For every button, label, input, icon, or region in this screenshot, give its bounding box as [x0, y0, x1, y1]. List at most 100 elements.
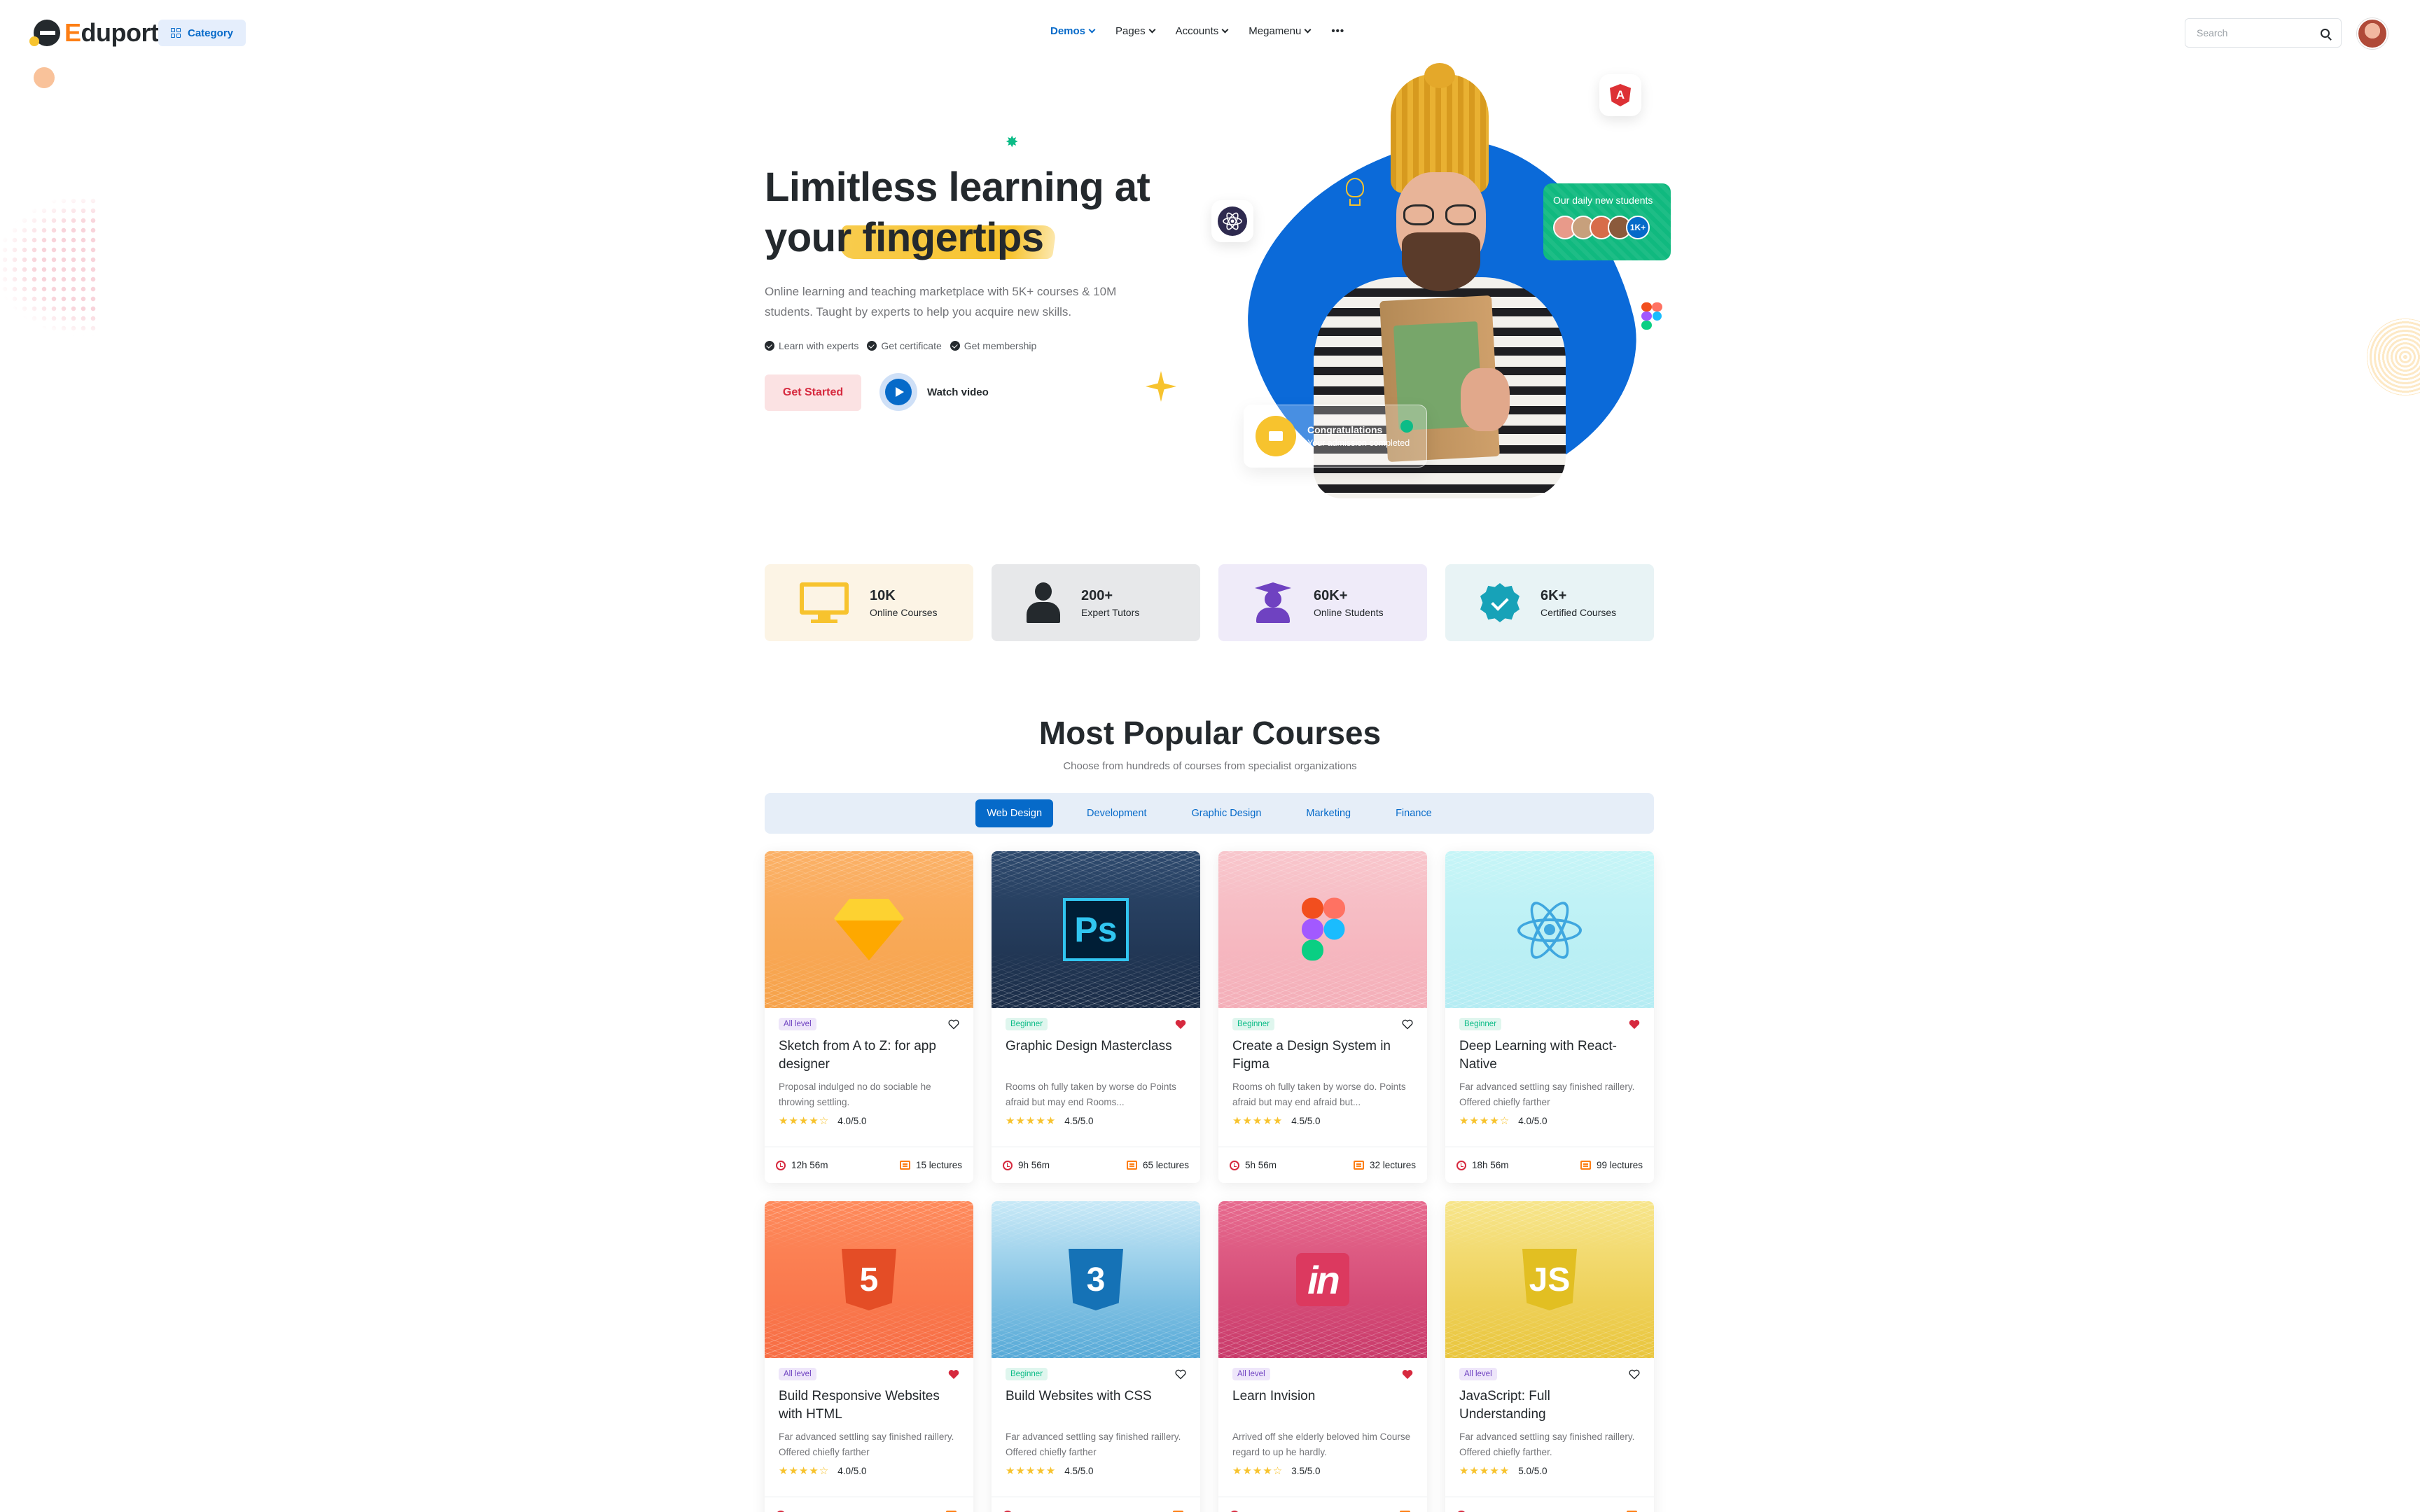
course-rating: ★★★★☆ 4.0/5.0 [1459, 1114, 1640, 1127]
course-thumbnail[interactable] [1218, 851, 1427, 1008]
stats-row: 10K Online Courses 200+ Expert Tutors 60K+… [765, 564, 1654, 641]
course-title[interactable]: Graphic Design Masterclass [1006, 1037, 1186, 1074]
heart-icon[interactable] [1175, 1369, 1186, 1380]
heart-icon[interactable] [1175, 1019, 1186, 1030]
stat-label: Online Students [1314, 606, 1384, 618]
course-thumbnail[interactable]: in [1218, 1201, 1427, 1358]
level-badge: All level [779, 1018, 816, 1030]
course-card[interactable]: 5 All level Build Responsive Websites with… [765, 1201, 973, 1512]
course-description: Far advanced settling say finished raill… [1006, 1432, 1181, 1457]
nav-megamenu[interactable]: Megamenu [1249, 25, 1312, 37]
hero-description: Online learning and teaching marketplace… [765, 285, 1117, 318]
tab-marketing[interactable]: Marketing [1295, 799, 1362, 827]
course-thumbnail[interactable]: 3 [992, 1201, 1200, 1358]
course-card[interactable]: Beginner Create a Design System in Figma R… [1218, 851, 1427, 1183]
watch-video-label: Watch video [927, 386, 989, 398]
react-icon [1211, 200, 1253, 242]
lectures-icon [1126, 1161, 1137, 1170]
course-thumbnail[interactable] [765, 851, 973, 1008]
course-rating: ★★★★★ 4.5/5.0 [1006, 1464, 1186, 1477]
check-circle-icon [765, 341, 774, 351]
heart-icon[interactable] [948, 1019, 959, 1030]
heart-icon[interactable] [948, 1369, 959, 1380]
star-rating-icon: ★★★★★ [1232, 1115, 1284, 1127]
category-button[interactable]: Category [158, 20, 246, 46]
grid-icon [171, 28, 181, 38]
course-title[interactable]: Build Websites with CSS [1006, 1387, 1186, 1424]
search-input[interactable]: Search [2185, 18, 2342, 48]
eduport-logo[interactable]: Eduport [29, 18, 159, 48]
course-card[interactable]: Ps Beginner Graphic Design Masterclass Room… [992, 851, 1200, 1183]
course-title[interactable]: Sketch from A to Z: for app designer [779, 1037, 959, 1074]
section-subtitle: Choose from hundreds of courses from spe… [1063, 760, 1357, 772]
play-icon[interactable] [879, 373, 917, 411]
nav-more-icon[interactable]: ••• [1331, 25, 1344, 37]
nav-pages[interactable]: Pages [1115, 25, 1156, 37]
heart-icon[interactable] [1629, 1369, 1640, 1380]
feature-label: Get membership [964, 340, 1037, 351]
course-lectures: 15 lectures [915, 1160, 962, 1170]
course-rating: ★★★★☆ 4.0/5.0 [779, 1114, 959, 1127]
monitor-icon [800, 582, 849, 623]
course-card[interactable]: JS All level JavaScript: Full Understandin… [1445, 1201, 1654, 1512]
check-icon [1400, 420, 1413, 433]
course-card[interactable]: 3 Beginner Build Websites with CSS Far adva… [992, 1201, 1200, 1512]
student-avatars: 1K+ [1553, 216, 1661, 239]
course-card[interactable]: All level Sketch from A to Z: for app des… [765, 851, 973, 1183]
site-header: Eduport Category Demos Pages Accounts Me… [0, 0, 2420, 67]
level-badge: All level [779, 1368, 816, 1380]
course-meta: 12h 56m 15 lectures [765, 1147, 973, 1183]
level-badge: Beginner [1006, 1368, 1048, 1380]
stat-online-courses: 10K Online Courses [765, 564, 973, 641]
heart-icon[interactable] [1629, 1019, 1640, 1030]
hero-title: Limitless learning at your fingertips [765, 162, 1150, 263]
get-started-button[interactable]: Get Started [765, 374, 861, 411]
congratulations-card: Congratulations Your admission completed [1244, 405, 1427, 468]
course-description: Far advanced settling say finished raill… [1459, 1082, 1635, 1107]
tab-web-design[interactable]: Web Design [975, 799, 1054, 827]
course-description: Rooms oh fully taken by worse do Points … [1006, 1082, 1176, 1107]
heart-icon[interactable] [1402, 1369, 1413, 1380]
lectures-icon [1353, 1161, 1364, 1170]
course-title[interactable]: Build Responsive Websites with HTML [779, 1387, 959, 1424]
course-thumbnail[interactable] [1445, 851, 1654, 1008]
course-title[interactable]: Learn Invision [1232, 1387, 1413, 1424]
nav-label: Megamenu [1249, 25, 1302, 37]
angular-icon: A [1599, 74, 1641, 116]
course-description: Rooms oh fully taken by worse do. Points… [1232, 1082, 1406, 1107]
chevron-down-icon [1088, 26, 1096, 34]
course-category-tabs: Web Design Development Graphic Design Ma… [765, 793, 1654, 834]
course-card[interactable]: Beginner Deep Learning with React-Native F… [1445, 851, 1654, 1183]
check-circle-icon [867, 341, 877, 351]
course-lectures: 99 lectures [1596, 1160, 1643, 1170]
course-thumbnail[interactable]: 5 [765, 1201, 973, 1358]
course-title[interactable]: JavaScript: Full Understanding [1459, 1387, 1640, 1424]
course-thumbnail[interactable]: Ps [992, 851, 1200, 1008]
course-duration: 5h 56m [1245, 1160, 1277, 1170]
search-icon[interactable] [2321, 28, 2330, 38]
course-rating: ★★★★☆ 4.0/5.0 [779, 1464, 959, 1477]
feature-item: Get membership [950, 340, 1036, 351]
photoshop-logo-icon: Ps [1063, 898, 1129, 961]
course-card[interactable]: in All level Learn Invision Arrived off she… [1218, 1201, 1427, 1512]
nav-accounts[interactable]: Accounts [1176, 25, 1229, 37]
watch-video-button[interactable]: Watch video [879, 373, 989, 411]
course-title[interactable]: Deep Learning with React-Native [1459, 1037, 1640, 1074]
css3-logo-icon: 3 [1069, 1249, 1123, 1310]
tab-development[interactable]: Development [1076, 799, 1157, 827]
user-avatar[interactable] [2357, 18, 2388, 49]
clock-icon [1003, 1160, 1013, 1170]
stat-label: Expert Tutors [1081, 606, 1140, 618]
lectures-icon [899, 1161, 910, 1170]
tab-finance[interactable]: Finance [1384, 799, 1443, 827]
search-placeholder: Search [2197, 27, 2228, 38]
nav-demos[interactable]: Demos [1050, 25, 1096, 37]
heart-icon[interactable] [1402, 1019, 1413, 1030]
level-badge: All level [1459, 1368, 1497, 1380]
course-thumbnail[interactable]: JS [1445, 1201, 1654, 1358]
course-title[interactable]: Create a Design System in Figma [1232, 1037, 1413, 1074]
hero-title-highlight: fingertips [862, 215, 1044, 260]
stat-value: 200+ [1081, 587, 1113, 603]
tab-graphic-design[interactable]: Graphic Design [1180, 799, 1272, 827]
star-rating-icon: ★★★★☆ [779, 1115, 830, 1127]
